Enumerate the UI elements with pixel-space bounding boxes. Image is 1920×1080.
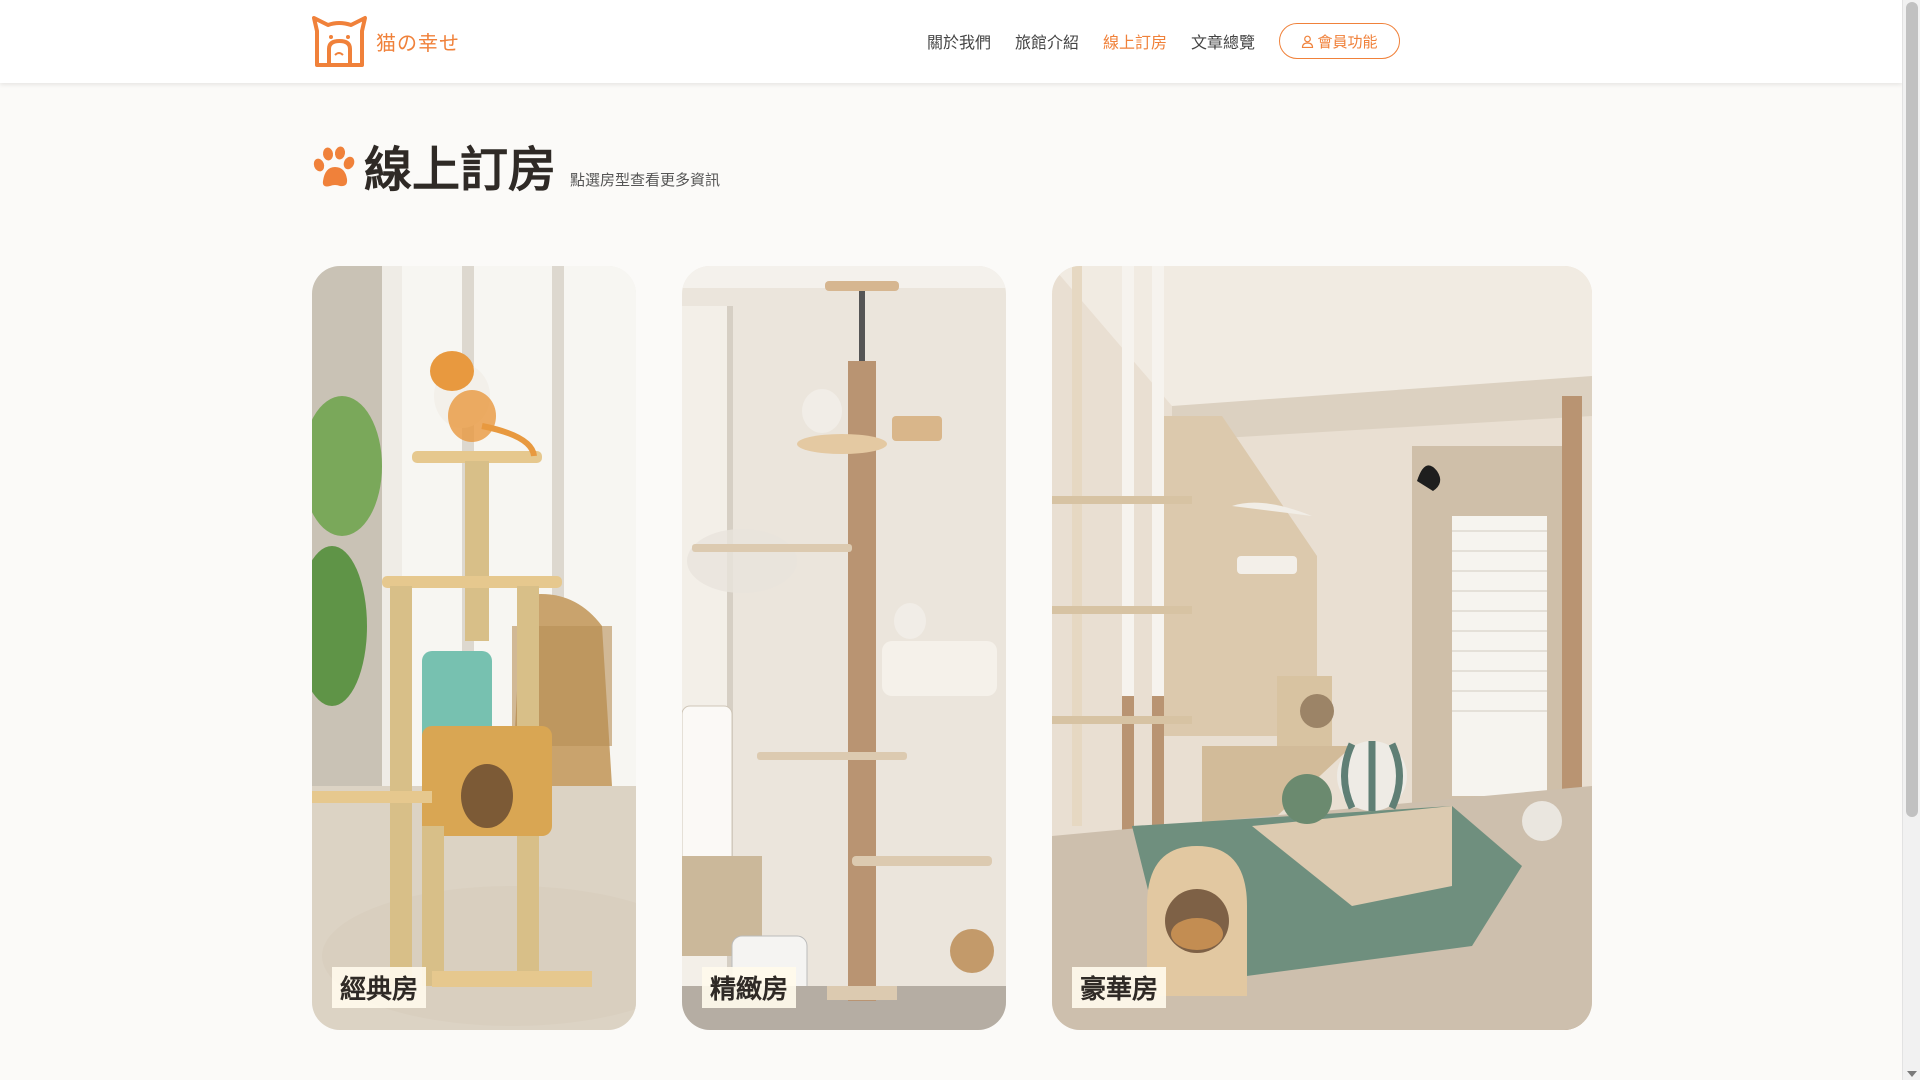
page-heading: 線上訂房 點選房型查看更多資訊 <box>311 140 720 200</box>
paw-icon <box>313 146 355 187</box>
nav-item-hotel-intro[interactable]: 旅館介紹 <box>1015 29 1079 53</box>
scrollbar-thumb[interactable] <box>1906 2 1918 817</box>
member-button-label: 會員功能 <box>1317 32 1378 51</box>
nav-item-booking[interactable]: 線上訂房 <box>1103 29 1167 53</box>
room-photo-deluxe <box>682 266 1006 1030</box>
page-subtitle: 點選房型查看更多資訊 <box>570 171 721 189</box>
room-label-classic: 經典房 <box>332 967 427 1008</box>
cat-house-logo-icon <box>312 16 367 67</box>
user-icon <box>1302 35 1314 48</box>
room-label-deluxe: 精緻房 <box>702 967 797 1008</box>
room-photo-classic <box>312 266 636 1030</box>
page-scrollbar[interactable] <box>1902 0 1920 1080</box>
brand-logo[interactable]: 猫の幸せ <box>311 15 460 67</box>
room-label-luxury: 豪華房 <box>1072 967 1167 1008</box>
room-card-classic[interactable]: 經典房 <box>312 266 636 1030</box>
room-card-luxury[interactable]: 豪華房 <box>1052 266 1592 1030</box>
member-button[interactable]: 會員功能 <box>1279 23 1400 59</box>
scroll-down-arrow-icon[interactable] <box>1907 1071 1917 1077</box>
brand-name: 猫の幸せ <box>376 30 460 55</box>
room-photo-luxury <box>1052 266 1592 1030</box>
main-nav: 關於我們 旅館介紹 線上訂房 文章總覽 會員功能 <box>903 23 1400 59</box>
nav-item-articles[interactable]: 文章總覽 <box>1191 29 1255 53</box>
site-header: 猫の幸せ 關於我們 旅館介紹 線上訂房 文章總覽 會員功能 <box>0 0 1902 83</box>
nav-item-about[interactable]: 關於我們 <box>927 29 991 53</box>
room-card-deluxe[interactable]: 精緻房 <box>682 266 1006 1030</box>
page-title: 線上訂房 <box>364 142 557 198</box>
